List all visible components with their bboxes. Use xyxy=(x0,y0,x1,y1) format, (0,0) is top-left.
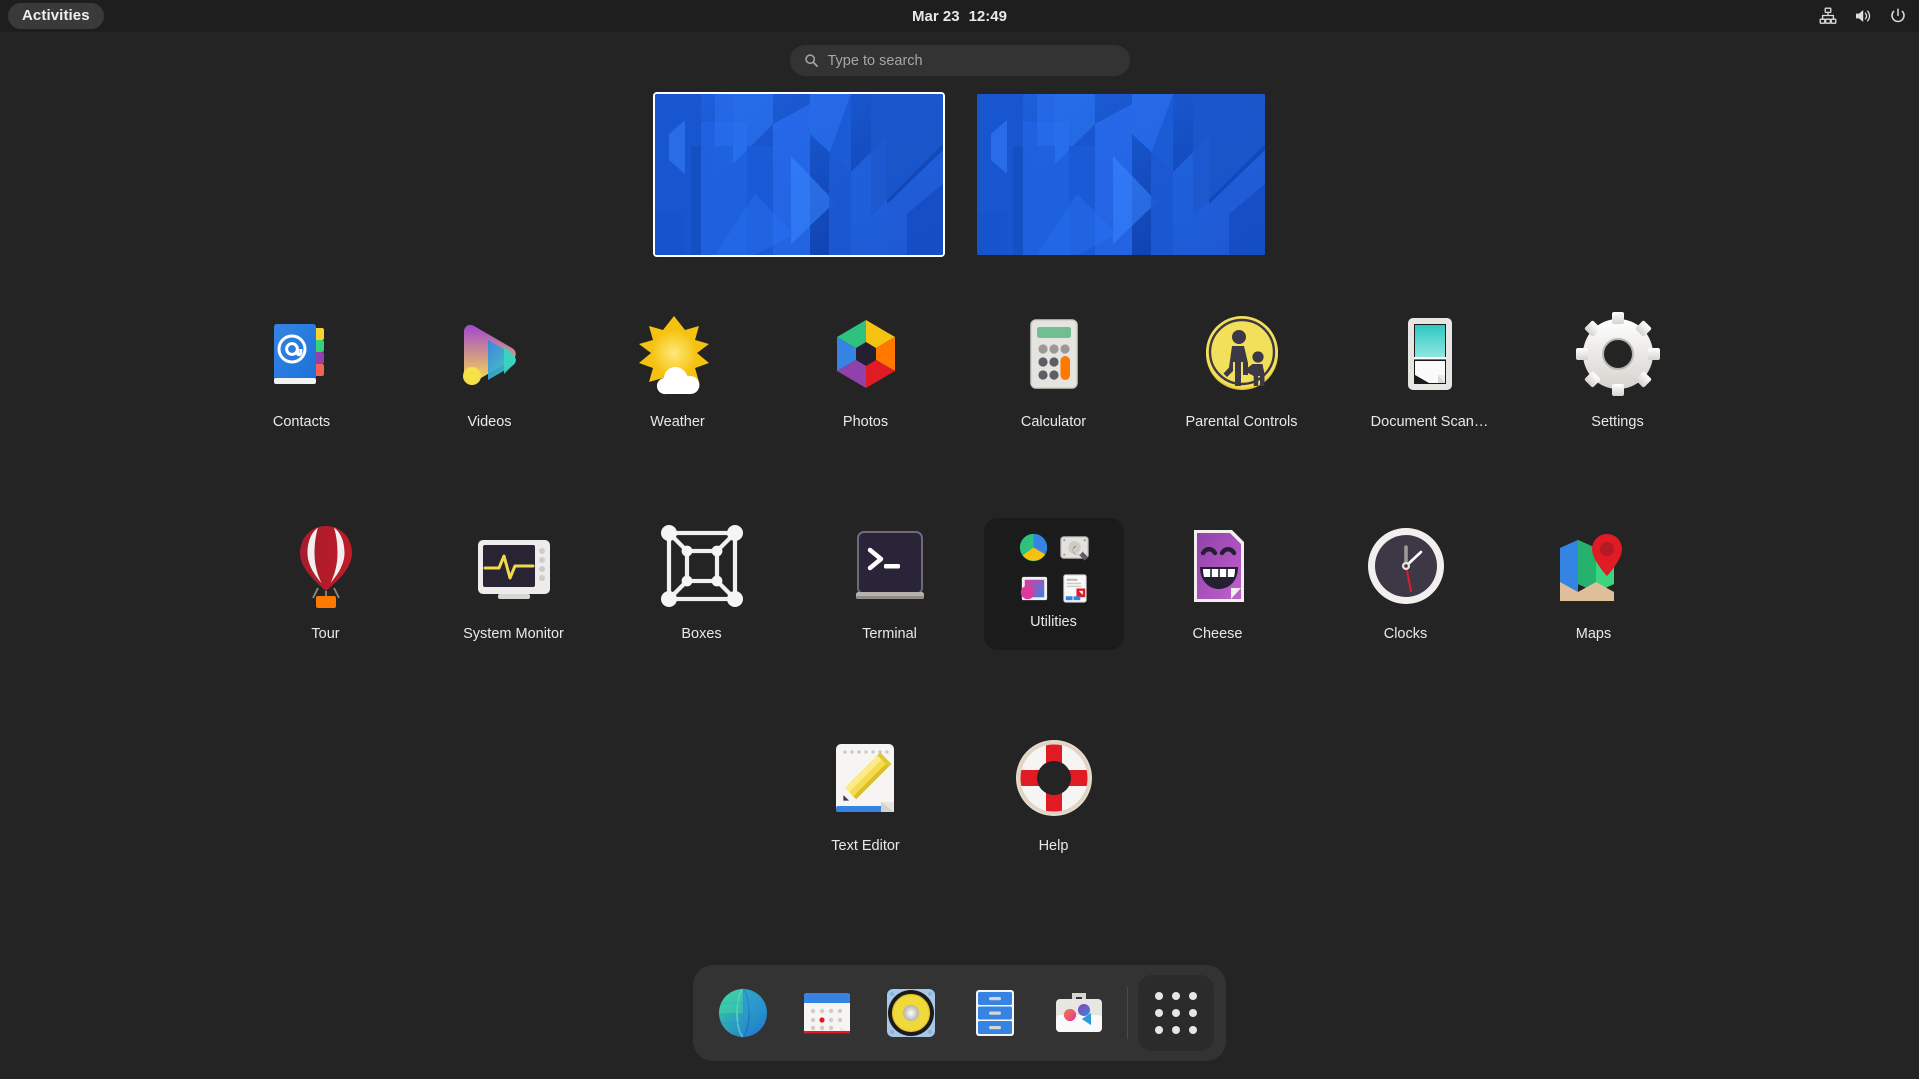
app-label: Help xyxy=(1038,838,1069,854)
help-lifering-icon xyxy=(1015,740,1092,816)
document-scanner-icon xyxy=(1407,318,1452,390)
dash-separator xyxy=(1127,987,1128,1039)
photos-icon xyxy=(836,320,895,388)
search-placeholder: Type to search xyxy=(827,52,923,69)
app-terminal[interactable]: Terminal xyxy=(796,504,984,716)
web-globe-icon xyxy=(719,988,767,1038)
workspace-thumbnail-1[interactable] xyxy=(652,92,945,257)
app-document-scanner[interactable]: Document Scan… xyxy=(1336,292,1524,504)
app-label: Maps xyxy=(1575,626,1612,642)
app-videos[interactable]: Videos xyxy=(396,292,584,504)
terminal-icon xyxy=(855,531,924,599)
app-label: Weather xyxy=(650,414,705,430)
dash xyxy=(693,965,1226,1061)
dash-item-calendar[interactable] xyxy=(789,975,865,1051)
app-parental-controls[interactable]: Parental Controls xyxy=(1148,292,1336,504)
music-speaker-icon xyxy=(887,989,935,1037)
dash-item-software[interactable] xyxy=(1041,975,1117,1051)
app-settings[interactable]: Settings xyxy=(1524,292,1712,504)
app-help[interactable]: Help xyxy=(960,716,1148,928)
app-label: Videos xyxy=(467,414,512,430)
disk-usage-pie-icon xyxy=(1016,530,1051,565)
clock-date: Mar 23 xyxy=(912,7,960,25)
app-system-monitor[interactable]: System Monitor xyxy=(420,504,608,716)
parental-controls-icon xyxy=(1205,316,1278,390)
app-label: Tour xyxy=(311,626,340,642)
top-bar: Activities Mar 23 12:49 xyxy=(0,0,1919,32)
folder-preview-grid xyxy=(1016,530,1092,606)
app-grid-row: Tour System Monitor Boxes Terminal Utili… xyxy=(232,504,1688,716)
app-label: Cheese xyxy=(1192,626,1243,642)
app-tour[interactable]: Tour xyxy=(232,504,420,716)
wallpaper-preview xyxy=(976,94,1265,255)
app-label: Clocks xyxy=(1383,626,1428,642)
show-applications-button[interactable] xyxy=(1138,975,1214,1051)
workspace-thumbnails xyxy=(0,92,1919,257)
system-monitor-icon xyxy=(477,540,550,599)
network-wired-icon[interactable] xyxy=(1819,7,1837,25)
maps-icon xyxy=(1559,534,1622,601)
contacts-icon xyxy=(273,324,324,384)
disks-wrench-icon xyxy=(1057,530,1092,565)
clocks-icon xyxy=(1367,528,1444,604)
app-calculator[interactable]: Calculator xyxy=(960,292,1148,504)
dash-item-web[interactable] xyxy=(705,975,781,1051)
settings-gear-icon xyxy=(1575,312,1660,396)
weather-icon xyxy=(638,316,709,395)
dash-item-music[interactable] xyxy=(873,975,949,1051)
app-cheese[interactable]: Cheese xyxy=(1124,504,1312,716)
app-label: Document Scan… xyxy=(1370,414,1489,430)
wallpaper-preview xyxy=(654,94,943,255)
clock[interactable]: Mar 23 12:49 xyxy=(0,0,1919,32)
app-label: Boxes xyxy=(681,626,722,642)
app-label: Utilities xyxy=(1030,614,1077,630)
dash-item-files[interactable] xyxy=(957,975,1033,1051)
app-label: Parental Controls xyxy=(1185,414,1298,430)
app-contacts[interactable]: Contacts xyxy=(208,292,396,504)
app-label: System Monitor xyxy=(463,626,564,642)
app-grid: Contacts Videos Weather Photos Calculato… xyxy=(0,292,1919,928)
app-text-editor[interactable]: Text Editor xyxy=(772,716,960,928)
image-viewer-icon xyxy=(1016,571,1051,606)
app-folder-utilities[interactable]: Utilities xyxy=(983,518,1124,650)
activities-button[interactable]: Activities xyxy=(8,3,104,29)
app-label: Terminal xyxy=(862,626,917,642)
calculator-icon xyxy=(1029,319,1078,389)
system-tray xyxy=(1819,0,1907,32)
app-weather[interactable]: Weather xyxy=(584,292,772,504)
app-boxes[interactable]: Boxes xyxy=(608,504,796,716)
app-grid-row: Contacts Videos Weather Photos Calculato… xyxy=(208,292,1712,504)
search-area: Type to search xyxy=(0,45,1919,76)
document-viewer-icon xyxy=(1057,571,1092,606)
app-photos[interactable]: Photos xyxy=(772,292,960,504)
text-editor-icon xyxy=(835,744,894,812)
app-clocks[interactable]: Clocks xyxy=(1312,504,1500,716)
app-maps[interactable]: Maps xyxy=(1500,504,1688,716)
app-grid-row: Text Editor Help xyxy=(772,716,1148,928)
show-applications-icon xyxy=(1155,992,1197,1034)
workspace-thumbnail-2[interactable] xyxy=(976,94,1265,255)
videos-icon xyxy=(462,324,516,385)
software-briefcase-icon xyxy=(1056,993,1102,1032)
app-label: Calculator xyxy=(1020,414,1087,430)
tour-balloon-icon xyxy=(299,526,352,608)
cheese-icon xyxy=(1193,530,1244,602)
app-label: Settings xyxy=(1591,414,1644,430)
dash-container xyxy=(0,965,1919,1061)
clock-time: 12:49 xyxy=(968,7,1007,25)
app-label: Contacts xyxy=(272,414,331,430)
boxes-icon xyxy=(660,525,743,607)
search-input[interactable]: Type to search xyxy=(789,45,1130,76)
app-label: Text Editor xyxy=(831,838,900,854)
files-cabinet-icon xyxy=(976,990,1014,1036)
power-icon[interactable] xyxy=(1889,7,1907,25)
search-icon xyxy=(804,54,818,68)
volume-icon[interactable] xyxy=(1854,7,1872,25)
app-label: Photos xyxy=(842,414,889,430)
calendar-icon xyxy=(804,993,850,1034)
